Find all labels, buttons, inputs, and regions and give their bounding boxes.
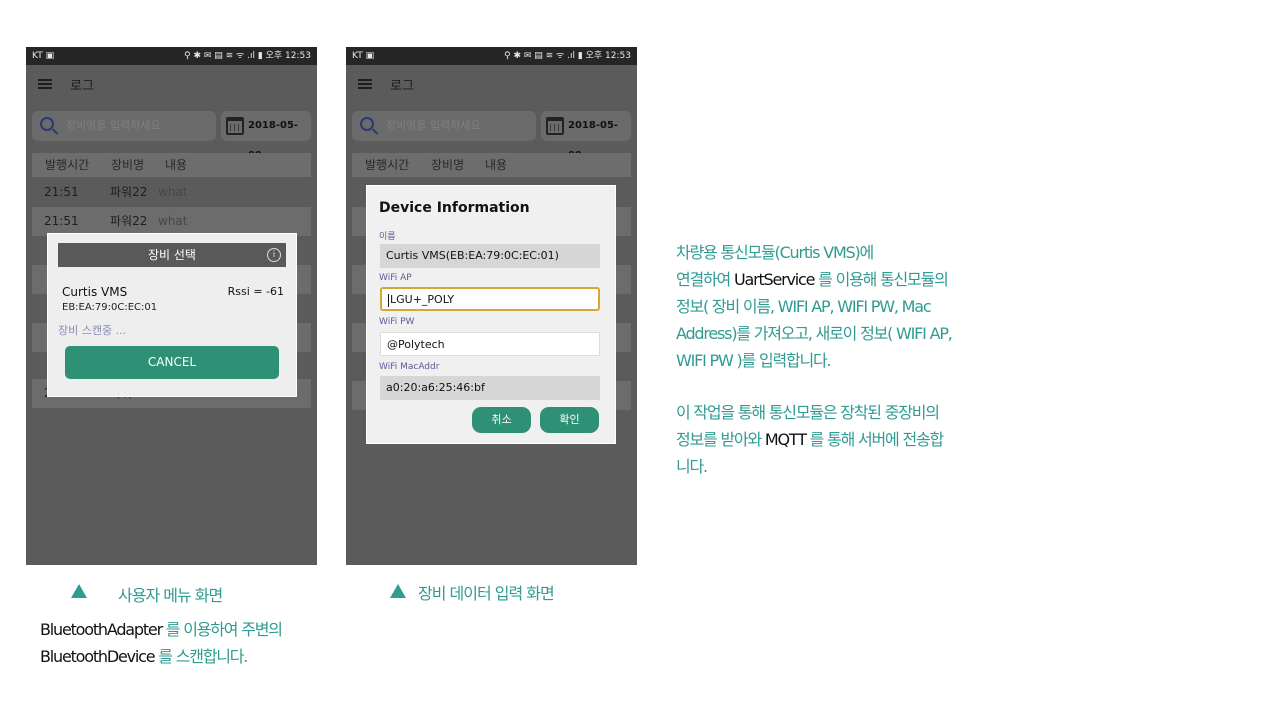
app-bar: 로그 bbox=[346, 65, 637, 103]
row-time: 21:51 bbox=[44, 185, 79, 199]
text-cursor bbox=[388, 293, 389, 307]
calendar-icon bbox=[546, 117, 564, 135]
date-picker-button[interactable]: 2018-05-09 bbox=[541, 111, 631, 161]
row-time: 21:51 bbox=[44, 214, 79, 228]
search-row: 장비명을 입력하세요 2018-05-09 bbox=[352, 111, 631, 161]
column-header-content: 내용 bbox=[165, 158, 188, 172]
caption-device-input: 장비 데이터 입력 화면 bbox=[418, 584, 555, 603]
desc-line: 정보( 장비 이름, WIFI AP, WIFI PW, Mac bbox=[676, 297, 932, 316]
column-header-time: 발행시간 bbox=[365, 158, 410, 172]
wifi-ap-label: WiFi AP bbox=[379, 273, 412, 283]
device-mac: EB:EA:79:0C:EC:01 bbox=[62, 302, 158, 313]
caption-left-description: BluetoothAdapter 를 이용하여 주변의 BluetoothDev… bbox=[40, 616, 330, 670]
desc-line: 차량용 통신모듈(Curtis VMS)에 bbox=[676, 243, 874, 262]
desc-line: 이 작업을 통해 통신모듈은 장착된 중장비의 bbox=[676, 403, 940, 422]
device-rssi: Rssi = -61 bbox=[227, 285, 284, 298]
row-device: 파워22 bbox=[110, 185, 148, 199]
column-header-device: 장비명 bbox=[111, 158, 145, 172]
name-label: 이름 bbox=[379, 232, 396, 242]
row-content: what bbox=[158, 185, 188, 199]
info-icon[interactable]: i bbox=[267, 248, 281, 262]
search-placeholder: 장비명을 입력하세요 bbox=[66, 119, 161, 132]
date-picker-button[interactable]: 2018-05-09 bbox=[221, 111, 311, 161]
name-field: Curtis VMS(EB:EA:79:0C:EC:01) bbox=[380, 244, 600, 268]
calendar-icon bbox=[226, 117, 244, 135]
status-icons: ⚲ ✱ ✉ ▤ ≋ ᯤ .ıl ▮ 오후 12:53 bbox=[184, 51, 311, 61]
status-bar: KT ▣ ⚲ ✱ ✉ ▤ ≋ ᯤ .ıl ▮ 오후 12:53 bbox=[346, 47, 637, 65]
table-row[interactable]: 21:51 파워22 what bbox=[32, 178, 311, 207]
uart-service-term: UartService bbox=[733, 270, 816, 289]
desc-line: WIFI PW )를 입력합니다. bbox=[676, 351, 832, 370]
row-device: 파워22 bbox=[110, 214, 148, 228]
app-bar: 로그 bbox=[26, 65, 317, 103]
mqtt-term: MQTT bbox=[764, 430, 807, 449]
bluetooth-adapter-term: BluetoothAdapter bbox=[40, 620, 163, 639]
desc-line: 니다. bbox=[676, 457, 708, 476]
desc-line: Address)를 가져오고, 새로이 정보( WIFI AP, bbox=[676, 324, 953, 343]
column-header-time: 발행시간 bbox=[45, 158, 90, 172]
phone-screen-device-scan: KT ▣ ⚲ ✱ ✉ ▤ ≋ ᯤ .ıl ▮ 오후 12:53 로그 장비명을 … bbox=[26, 47, 317, 565]
desc-line: 정보를 받아와 MQTT 를 통해 서버에 전송합 bbox=[676, 430, 944, 449]
left-desc-text: 를 스캔합니다. bbox=[154, 647, 248, 666]
status-icons: ⚲ ✱ ✉ ▤ ≋ ᯤ .ıl ▮ 오후 12:53 bbox=[504, 51, 631, 61]
dialog-title-bar: 장비 선택 i bbox=[58, 243, 286, 267]
bluetooth-device-term: BluetoothDevice bbox=[40, 647, 156, 666]
dialog-title: 장비 선택 bbox=[148, 248, 196, 262]
device-name: Curtis VMS bbox=[62, 285, 128, 299]
search-icon bbox=[40, 117, 54, 131]
caption-user-menu: 사용자 메뉴 화면 bbox=[118, 586, 223, 605]
row-content: what bbox=[158, 214, 188, 228]
column-header-content: 내용 bbox=[485, 158, 508, 172]
menu-icon[interactable] bbox=[358, 79, 372, 89]
carrier-label: KT ▣ bbox=[352, 51, 375, 61]
cancel-button[interactable]: CANCEL bbox=[65, 346, 279, 379]
menu-icon[interactable] bbox=[38, 79, 52, 89]
device-select-dialog: 장비 선택 i Curtis VMS Rssi = -61 EB:EA:79:0… bbox=[47, 233, 297, 397]
search-row: 장비명을 입력하세요 2018-05-09 bbox=[32, 111, 311, 161]
table-header: 발행시간 장비명 내용 bbox=[352, 153, 631, 177]
search-input[interactable]: 장비명을 입력하세요 bbox=[352, 111, 536, 141]
device-information-dialog: Device Information 이름 Curtis VMS(EB:EA:7… bbox=[366, 185, 616, 444]
slide: KT ▣ ⚲ ✱ ✉ ▤ ≋ ᯤ .ıl ▮ 오후 12:53 로그 장비명을 … bbox=[0, 0, 1280, 720]
page-title: 로그 bbox=[390, 78, 414, 94]
wifi-ap-input[interactable]: LGU+_POLY bbox=[380, 287, 600, 311]
scanning-status: 장비 스캔중 ... bbox=[58, 324, 127, 337]
table-row[interactable]: 21:51 파워22 what bbox=[32, 207, 311, 236]
search-input[interactable]: 장비명을 입력하세요 bbox=[32, 111, 216, 141]
wifi-pw-label: WiFi PW bbox=[379, 317, 415, 327]
search-icon bbox=[360, 117, 374, 131]
column-header-device: 장비명 bbox=[431, 158, 465, 172]
phone-screen-device-info: KT ▣ ⚲ ✱ ✉ ▤ ≋ ᯤ .ıl ▮ 오후 12:53 로그 장비명을 … bbox=[346, 47, 637, 565]
desc-line: 연결하여 UartService 를 이용해 통신모듈의 bbox=[676, 270, 949, 289]
carrier-label: KT ▣ bbox=[32, 51, 55, 61]
table-header: 발행시간 장비명 내용 bbox=[32, 153, 311, 177]
status-bar: KT ▣ ⚲ ✱ ✉ ▤ ≋ ᯤ .ıl ▮ 오후 12:53 bbox=[26, 47, 317, 65]
description-block: 차량용 통신모듈(Curtis VMS)에 연결하여 UartService 를… bbox=[676, 239, 996, 480]
wifi-pw-input[interactable]: @Polytech bbox=[380, 332, 600, 356]
mac-field: a0:20:a6:25:46:bf bbox=[380, 376, 600, 400]
triangle-icon bbox=[390, 584, 406, 598]
triangle-icon bbox=[71, 584, 87, 598]
page-title: 로그 bbox=[70, 78, 94, 94]
left-desc-text: 를 이용하여 주변의 bbox=[161, 620, 283, 639]
confirm-button[interactable]: 확인 bbox=[540, 407, 599, 433]
dialog-title: Device Information bbox=[379, 200, 530, 216]
search-placeholder: 장비명을 입력하세요 bbox=[386, 119, 481, 132]
cancel-button[interactable]: 취소 bbox=[472, 407, 531, 433]
mac-label: WiFi MacAddr bbox=[379, 362, 440, 372]
wifi-ap-value: LGU+_POLY bbox=[390, 293, 455, 306]
